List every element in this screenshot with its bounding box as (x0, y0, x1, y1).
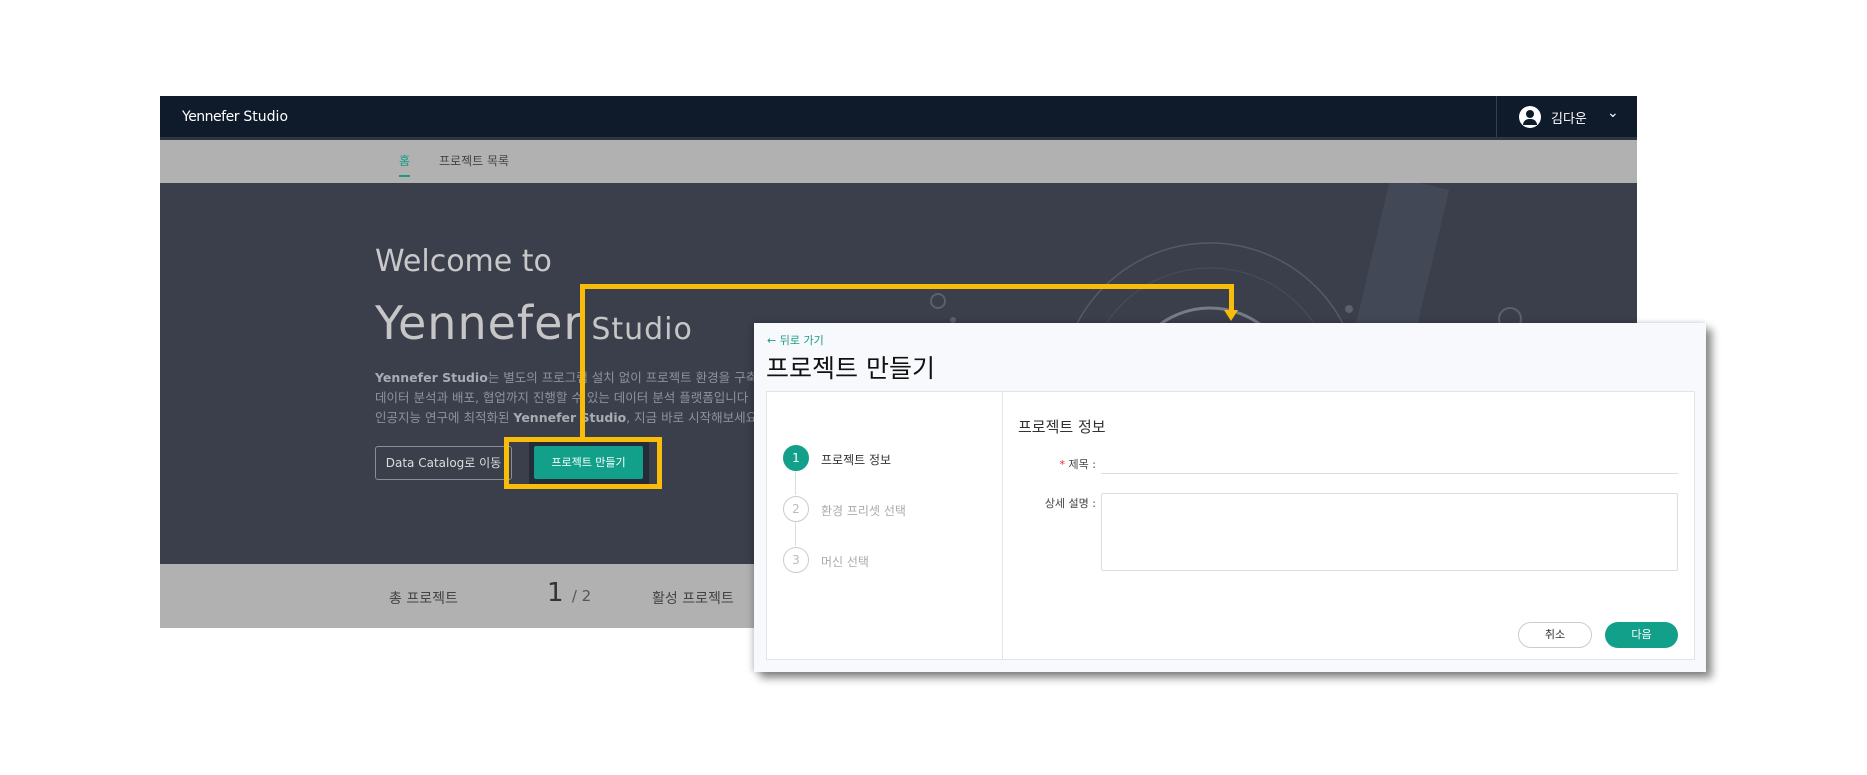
title-input[interactable] (1101, 472, 1678, 474)
dialog-body: 1 2 3 프로젝트 정보 환경 프리셋 선택 머신 선택 프로젝트 정보 * … (766, 391, 1695, 660)
data-catalog-button[interactable]: Data Catalog로 이동 (375, 446, 512, 480)
username: 김다운 (1551, 112, 1587, 127)
user-menu[interactable]: 김다운 ⌄ (1496, 96, 1637, 137)
tab-project-list[interactable]: 프로젝트 목록 (439, 152, 509, 169)
description-textarea[interactable] (1101, 493, 1678, 571)
project-count: 1 / 2 (547, 578, 592, 608)
cancel-button[interactable]: 취소 (1518, 622, 1592, 648)
tab-bar: 홈 프로젝트 목록 (160, 140, 1637, 183)
dialog-title: 프로젝트 만들기 (766, 354, 935, 383)
total-projects-label: 총 프로젝트 (389, 591, 458, 607)
connector-line (580, 284, 1234, 289)
hero-description: Yennefer Studio는 별도의 프로그램 설치 없이 프로젝트 환경을… (375, 370, 769, 425)
top-navbar: Yennefer Studio 김다운 ⌄ (160, 96, 1637, 140)
step-2-label: 환경 프리셋 선택 (821, 504, 906, 518)
user-avatar-icon (1519, 106, 1541, 128)
arrow-head-icon (1224, 310, 1238, 321)
step-connector (795, 522, 796, 546)
next-button[interactable]: 다음 (1605, 622, 1678, 648)
welcome-heading: Welcome to (375, 244, 552, 279)
connector-line (580, 284, 585, 438)
chevron-down-icon: ⌄ (1607, 105, 1619, 121)
step-2-indicator: 2 (783, 496, 809, 522)
active-projects-label: 활성 프로젝트 (652, 591, 734, 607)
arrow-left-icon: ← (767, 334, 780, 347)
step-1-indicator: 1 (783, 445, 809, 471)
step-1-label: 프로젝트 정보 (821, 453, 892, 467)
section-title: 프로젝트 정보 (1018, 418, 1106, 436)
highlight-box (504, 437, 662, 489)
step-3-label: 머신 선택 (821, 555, 869, 569)
description-label: 상세 설명 : (1044, 497, 1096, 510)
brand-logo[interactable]: Yennefer Studio (182, 109, 288, 125)
hero-logo: Yennefer Studio (375, 296, 693, 350)
step-3-indicator: 3 (783, 547, 809, 573)
connector-line (1229, 284, 1234, 312)
tab-home[interactable]: 홈 (399, 152, 411, 177)
title-label: * 제목 : (1059, 458, 1096, 471)
column-divider (1002, 392, 1003, 659)
create-project-dialog: ← 뒤로 가기 프로젝트 만들기 1 2 3 프로젝트 정보 환경 프리셋 선택… (754, 323, 1706, 672)
step-connector (795, 471, 796, 495)
back-link[interactable]: ← 뒤로 가기 (767, 332, 824, 348)
